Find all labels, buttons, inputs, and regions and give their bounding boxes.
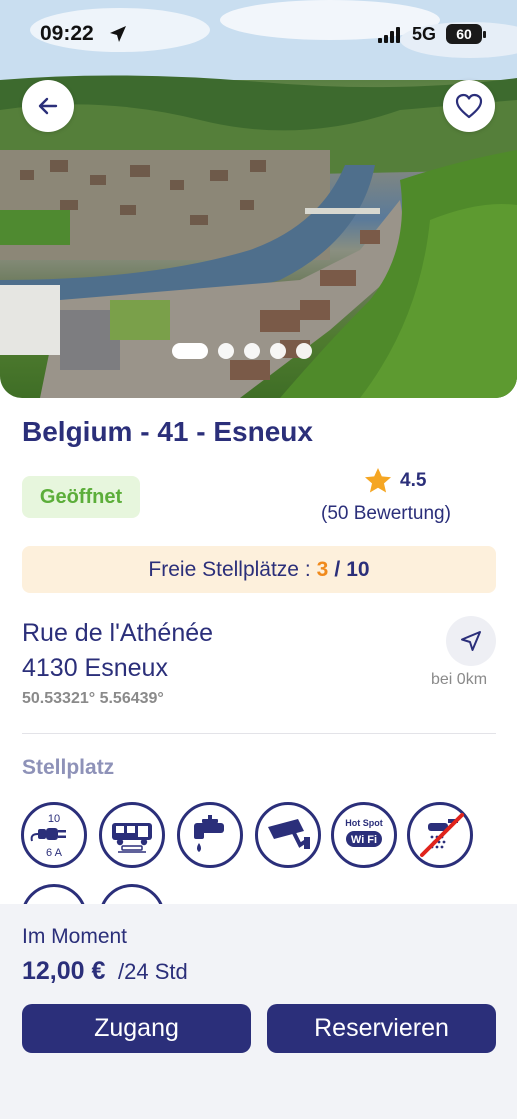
carousel-dot[interactable] bbox=[218, 343, 234, 359]
open-status-badge: Geöffnet bbox=[22, 476, 140, 518]
back-button[interactable] bbox=[22, 80, 74, 132]
status-time: 09:22 bbox=[40, 22, 94, 45]
network-type: 5G bbox=[412, 24, 437, 44]
carousel-dot[interactable] bbox=[270, 343, 286, 359]
wifi-hotspot-label: Hot Spot bbox=[345, 818, 383, 828]
reserve-button[interactable]: Reservieren bbox=[267, 1004, 496, 1053]
carousel-dot[interactable] bbox=[244, 343, 260, 359]
price-period: /24 Std bbox=[118, 959, 188, 984]
electricity-amps-bottom: 6 A bbox=[46, 847, 63, 859]
arrow-left-icon bbox=[38, 97, 58, 115]
battery-icon: 60 bbox=[446, 24, 486, 44]
free-spots-separator: / bbox=[334, 557, 341, 581]
cellular-signal-icon bbox=[378, 27, 400, 43]
price-value: 12,00 € bbox=[22, 957, 106, 985]
status-bar: 09:22 5G 60 bbox=[0, 18, 517, 52]
section-title-stellplatz: Stellplatz bbox=[22, 756, 115, 779]
carousel-dot-active[interactable] bbox=[172, 343, 208, 359]
navigate-button[interactable] bbox=[446, 616, 496, 666]
distance-label: bei 0km bbox=[431, 671, 488, 688]
heart-icon bbox=[455, 93, 483, 119]
star-icon bbox=[365, 468, 391, 493]
address-street: Rue de l'Athénée bbox=[22, 619, 214, 647]
free-spots-total: 10 bbox=[346, 557, 370, 581]
address-city: 4130 Esneux bbox=[22, 654, 168, 682]
gps-coordinates: 50.53321° 5.56439° bbox=[22, 690, 164, 707]
landscape-photo bbox=[0, 0, 517, 398]
water-tap-amenity-icon[interactable] bbox=[177, 802, 243, 868]
divider bbox=[22, 733, 496, 734]
price-label: Im Moment bbox=[22, 925, 128, 948]
free-spots-label: Freie Stellplätze : bbox=[148, 557, 311, 581]
free-spots-banner: Freie Stellplätze : 3 / 10 bbox=[22, 546, 496, 593]
wastewater-amenity-icon[interactable] bbox=[99, 802, 165, 868]
free-spots-current: 3 bbox=[316, 557, 329, 581]
wifi-amenity-icon[interactable]: Hot Spot Wi Fi bbox=[331, 802, 397, 868]
carousel-dot[interactable] bbox=[296, 343, 312, 359]
hero-image[interactable]: 09:22 5G 60 bbox=[0, 0, 517, 398]
wifi-label: Wi Fi bbox=[351, 834, 377, 846]
rating-value: 4.5 bbox=[400, 469, 427, 491]
electricity-amps-top: 10 bbox=[48, 813, 60, 825]
carousel-indicator bbox=[172, 343, 312, 359]
favorite-button[interactable] bbox=[443, 80, 495, 132]
access-button[interactable]: Zugang bbox=[22, 1004, 251, 1053]
electricity-amenity-icon[interactable]: 10 6 A bbox=[21, 802, 87, 868]
rating-count[interactable]: (50 Bewertung) bbox=[321, 503, 451, 525]
location-arrow-icon bbox=[110, 26, 126, 42]
rating: 4.5 bbox=[364, 467, 426, 494]
camera-amenity-icon[interactable] bbox=[255, 802, 321, 868]
place-title: Belgium - 41 - Esneux bbox=[22, 416, 313, 447]
navigation-arrow-icon bbox=[461, 631, 481, 651]
no-shower-amenity-icon[interactable] bbox=[407, 802, 473, 868]
